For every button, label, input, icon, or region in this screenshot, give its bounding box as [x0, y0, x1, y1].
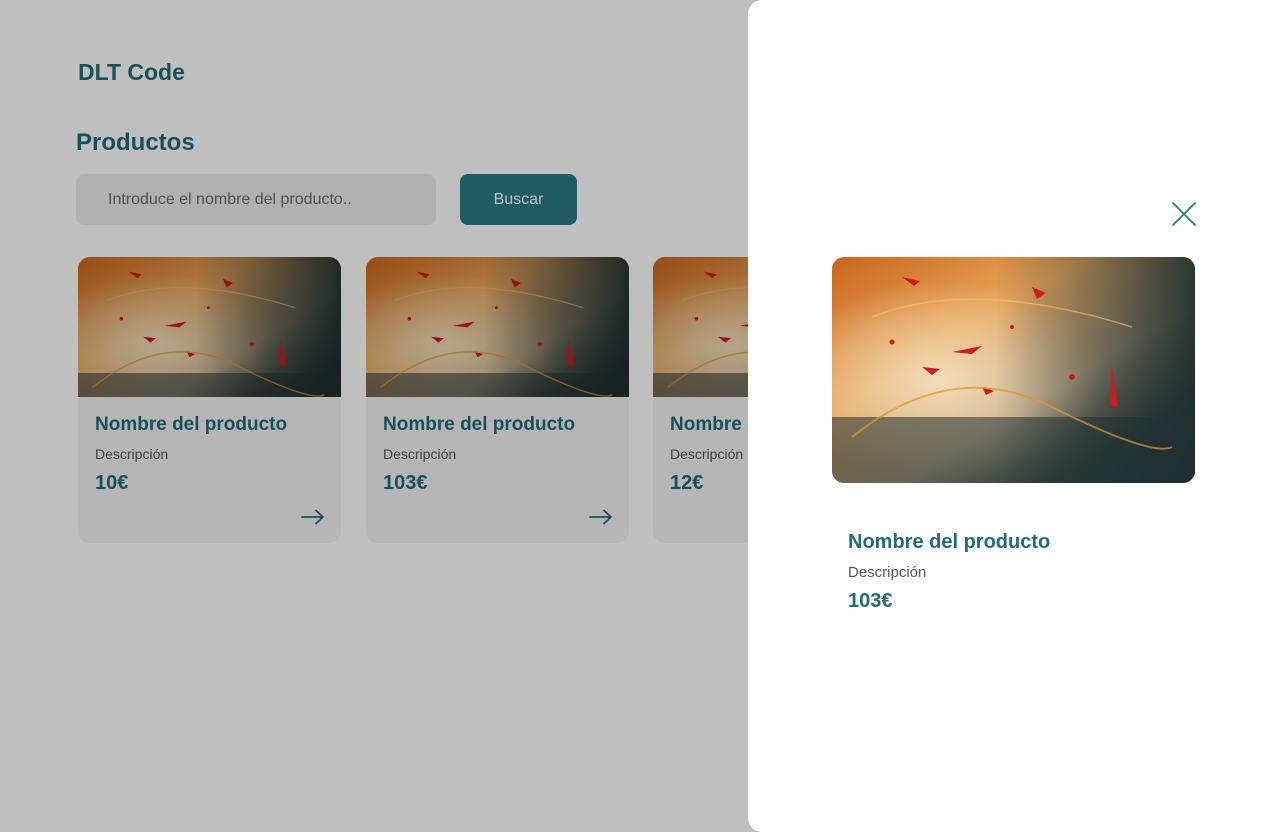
product-detail-price: 103€: [848, 590, 893, 612]
product-detail-drawer: Nombre del producto Descripción 103€: [748, 0, 1280, 832]
product-detail-image: [832, 257, 1195, 483]
close-icon[interactable]: [1172, 202, 1196, 226]
product-detail-name: Nombre del producto: [848, 531, 1051, 553]
product-detail-description: Descripción: [848, 564, 927, 581]
